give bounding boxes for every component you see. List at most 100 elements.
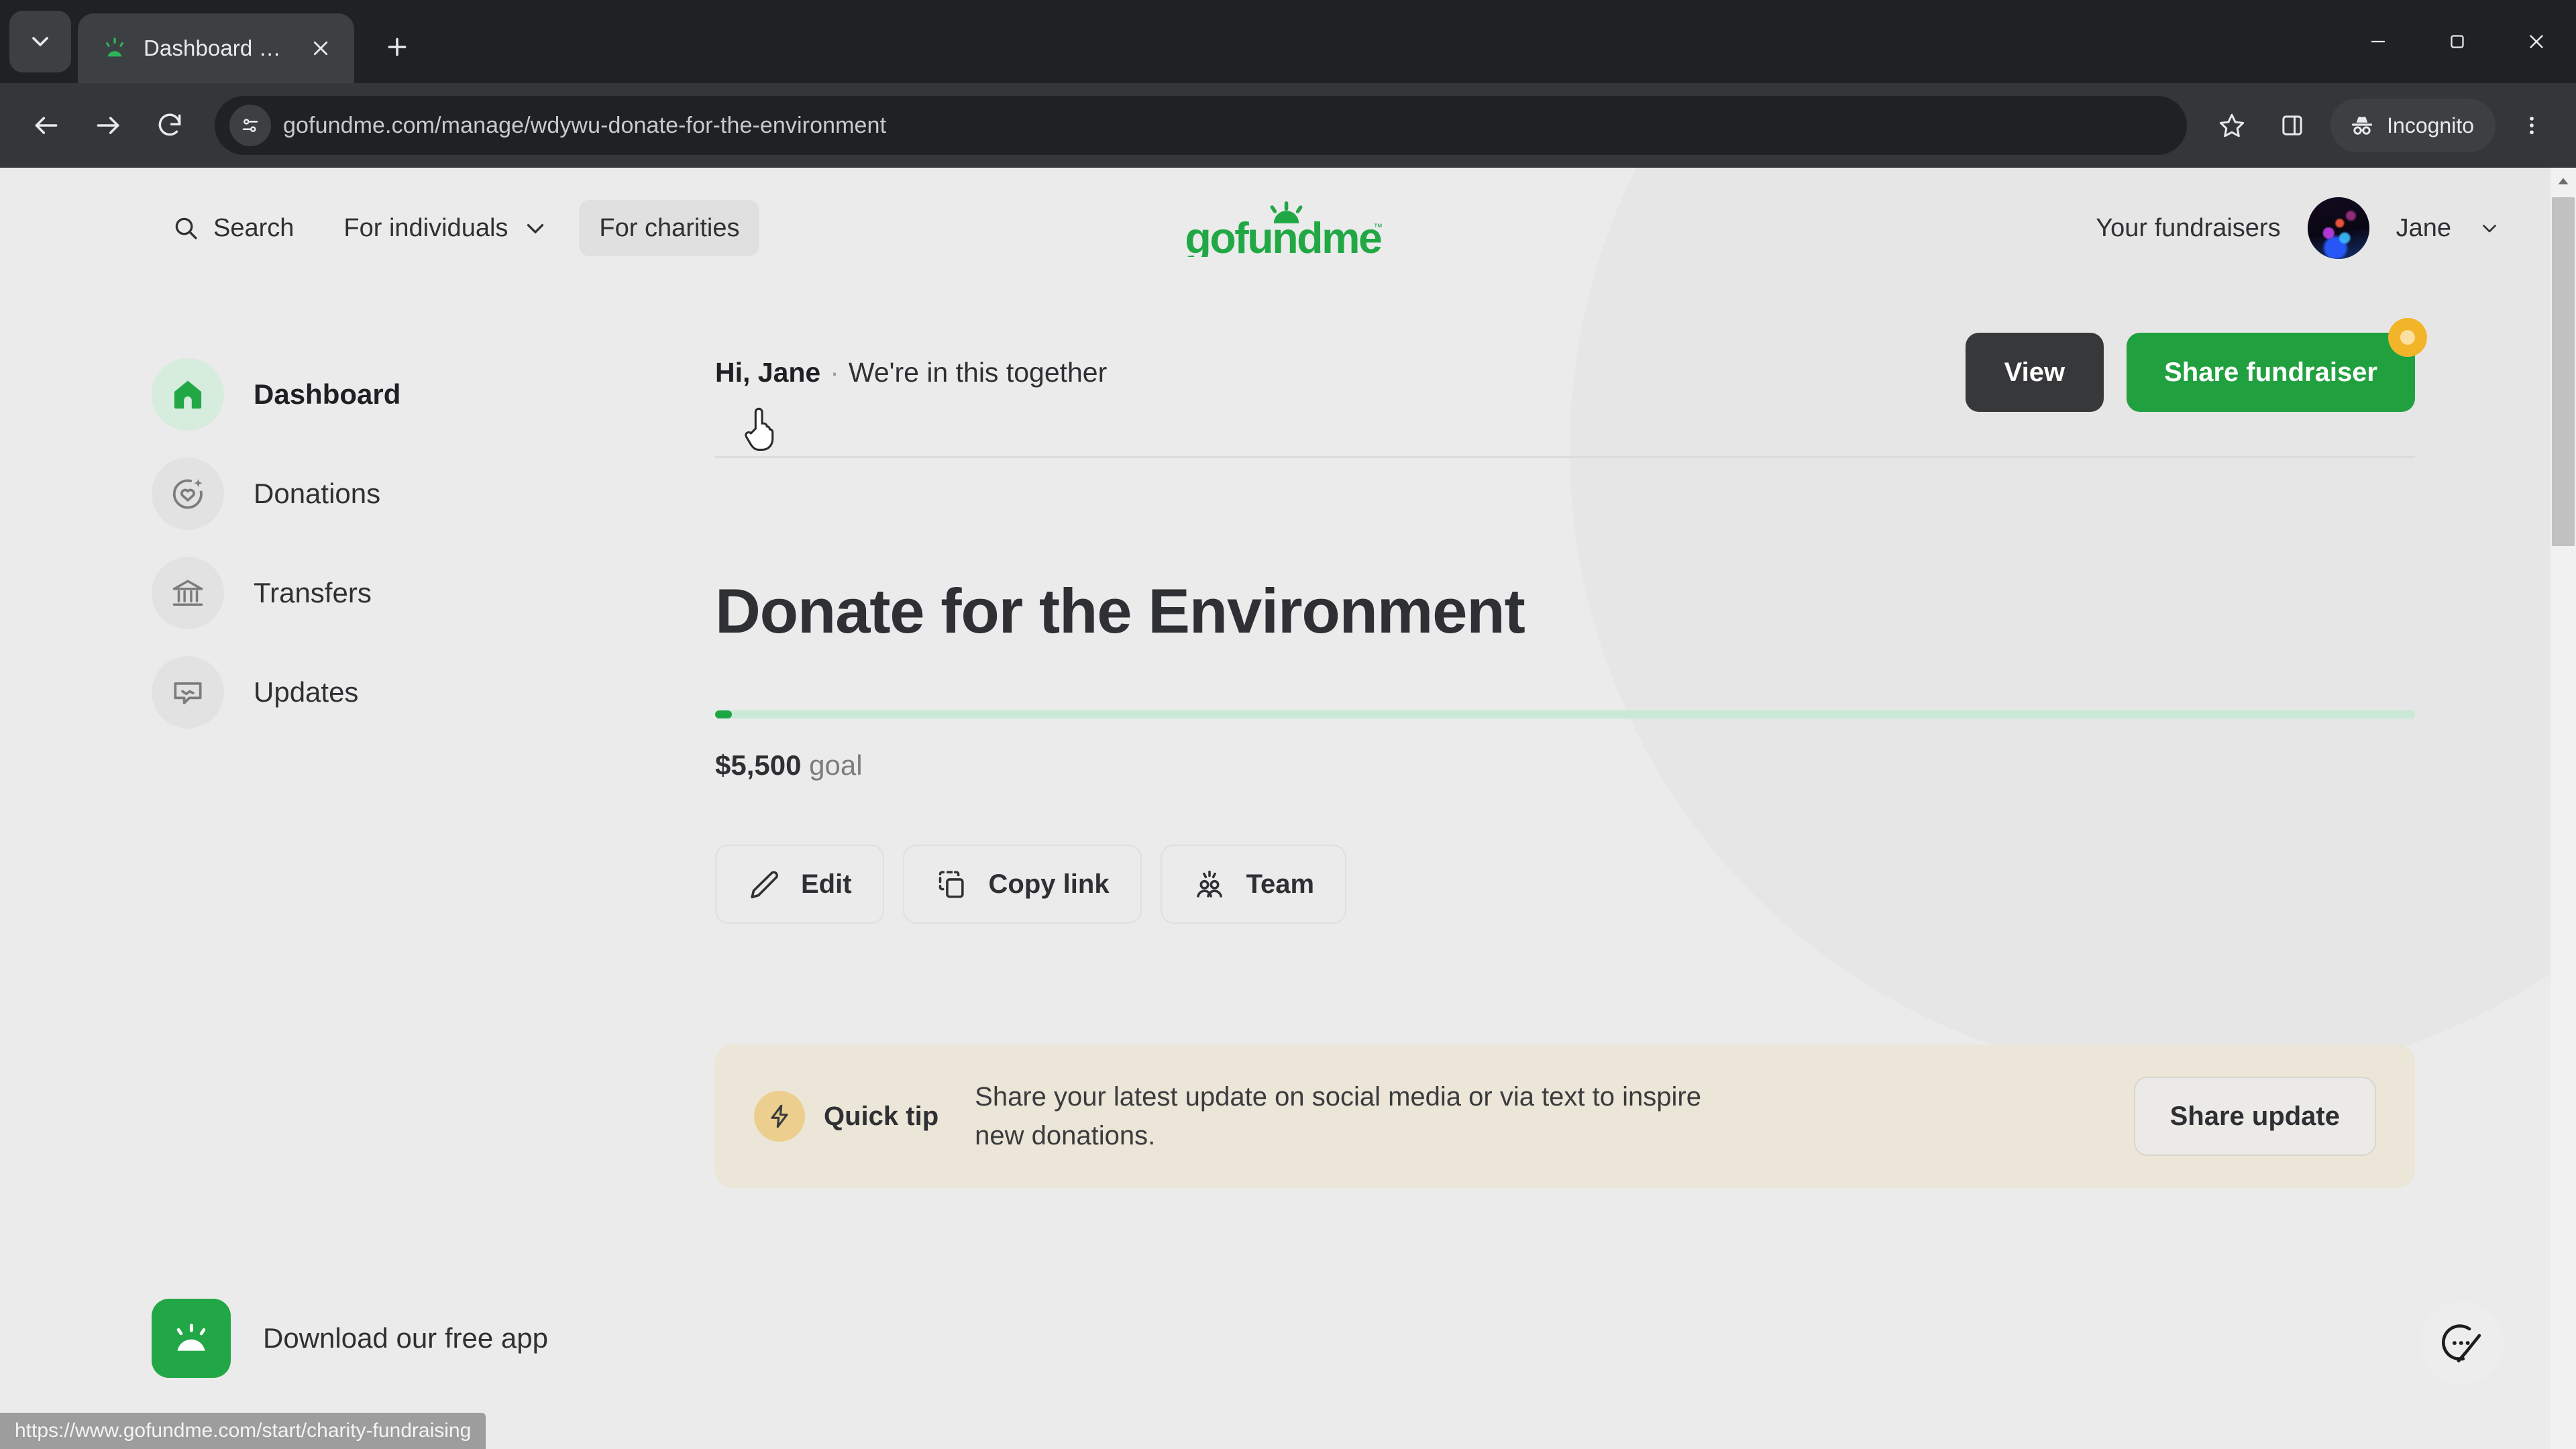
sidebar-item-label: Donations	[254, 478, 381, 509]
speech-bubble-icon	[152, 656, 224, 729]
browser-tab[interactable]: Dashboard - GoFundMe	[78, 13, 354, 83]
header-nav-left: Search For individuals For charities	[0, 200, 760, 256]
greeting-separator: ·	[830, 356, 839, 388]
close-icon	[2530, 35, 2543, 48]
site-header: Search For individuals For charities gof…	[0, 168, 2576, 288]
sidebar-item-label: Updates	[254, 676, 359, 708]
chat-bubble-check-icon	[2442, 1324, 2481, 1362]
forward-button[interactable]	[79, 97, 137, 154]
gofundme-favicon	[101, 34, 129, 62]
gofundme-app-icon	[152, 1299, 231, 1378]
minimize-icon	[2371, 40, 2385, 43]
chat-widget-button[interactable]	[2420, 1301, 2504, 1385]
sidebar-item-transfers[interactable]: Transfers	[152, 543, 715, 643]
heart-circle-sparkle-icon	[152, 458, 224, 530]
status-bar: https://www.gofundme.com/start/charity-f…	[0, 1413, 486, 1449]
for-charities-label: For charities	[599, 213, 740, 242]
team-button[interactable]: Team	[1160, 845, 1347, 924]
gofundme-logo-icon: gofundme ™	[1185, 201, 1383, 257]
maximize-button[interactable]	[2418, 0, 2497, 83]
reload-button[interactable]	[141, 97, 199, 154]
back-button[interactable]	[17, 97, 75, 154]
goal-progress-bar	[715, 710, 2415, 718]
page-scrollbar[interactable]	[2551, 168, 2576, 1449]
dashboard-main: Hi, Jane · We're in this together View Sha…	[715, 288, 2576, 1188]
incognito-spy-icon	[2352, 116, 2373, 135]
minimize-button[interactable]	[2339, 0, 2418, 83]
for-charities-link[interactable]: For charities	[579, 200, 760, 256]
scrollbar-thumb[interactable]	[2552, 197, 2575, 546]
browser-window: Dashboard - GoFundMe	[0, 0, 2576, 1449]
three-dot-menu-icon	[2530, 116, 2534, 135]
address-bar[interactable]: gofundme.com/manage/wdywu-donate-for-the…	[215, 96, 2188, 155]
plus-icon	[388, 38, 407, 56]
section-divider	[715, 456, 2415, 458]
sidebar-item-donations[interactable]: Donations	[152, 444, 715, 543]
pencil-icon	[751, 871, 778, 899]
your-fundraisers-link[interactable]: Your fundraisers	[2096, 214, 2280, 243]
home-icon	[152, 358, 224, 431]
campaign-actions: Edit Copy link Team	[715, 845, 2415, 924]
close-tab-button[interactable]	[302, 30, 339, 67]
chevron-down-icon[interactable]	[2478, 217, 2501, 239]
tab-search-button[interactable]	[9, 11, 71, 72]
copy-link-button[interactable]: Copy link	[902, 845, 1142, 924]
sidebar-item-label: Transfers	[254, 577, 372, 608]
svg-text:gofundme: gofundme	[1185, 214, 1381, 257]
header-actions: View Share fundraiser	[1965, 318, 2427, 412]
close-window-button[interactable]	[2497, 0, 2576, 83]
goal-amount: $5,500	[715, 749, 802, 781]
copy-icon	[938, 871, 964, 898]
for-individuals-menu[interactable]: For individuals	[323, 200, 570, 256]
page-viewport: Search For individuals For charities gof…	[0, 168, 2576, 1449]
tab-title: Dashboard - GoFundMe	[144, 36, 287, 60]
scroll-up-button[interactable]	[2551, 168, 2576, 195]
toolbar-actions: Incognito	[2203, 97, 2559, 154]
back-arrow-icon	[35, 117, 58, 134]
quick-tip-body: Share your latest update on social media…	[975, 1082, 1701, 1150]
maximize-icon	[2451, 35, 2464, 48]
status-bar-url: https://www.gofundme.com/start/charity-f…	[15, 1419, 472, 1442]
view-button[interactable]: View	[1965, 333, 2104, 412]
search-button[interactable]: Search	[152, 200, 314, 256]
browser-toolbar: gofundme.com/manage/wdywu-donate-for-the…	[0, 83, 2576, 168]
side-panel-button[interactable]	[2263, 97, 2321, 154]
lightning-bolt-icon	[754, 1091, 805, 1142]
quick-tip-card: Quick tip Share your latest update on so…	[715, 1044, 2415, 1188]
for-individuals-label: For individuals	[343, 213, 508, 242]
copy-link-label: Copy link	[988, 869, 1110, 899]
incognito-indicator[interactable]: Incognito	[2330, 99, 2496, 152]
forward-arrow-icon	[97, 117, 119, 134]
notification-badge	[2388, 318, 2427, 357]
reload-icon	[158, 113, 181, 136]
share-fundraiser-wrapper: Share fundraiser	[2127, 318, 2427, 412]
url-text: gofundme.com/manage/wdywu-donate-for-the…	[283, 112, 887, 138]
team-people-icon	[1196, 870, 1222, 898]
download-app-promo[interactable]: Download our free app	[152, 1299, 548, 1378]
star-icon	[2220, 113, 2245, 138]
share-fundraiser-button[interactable]: Share fundraiser	[2127, 333, 2415, 412]
tab-strip: Dashboard - GoFundMe	[0, 0, 2576, 83]
browser-menu-button[interactable]	[2505, 97, 2559, 154]
close-icon	[313, 41, 328, 56]
sidebar-item-updates[interactable]: Updates	[152, 643, 715, 742]
quick-tip-header: Quick tip	[754, 1091, 938, 1142]
window-controls	[2339, 0, 2576, 83]
edit-button[interactable]: Edit	[715, 845, 884, 924]
greeting-name: Hi, Jane	[715, 356, 821, 388]
avatar[interactable]	[2307, 197, 2369, 259]
goal-suffix: goal	[809, 749, 863, 781]
page-content: Dashboard Donations Transfers Updates Hi…	[0, 288, 2576, 1188]
goal-amount-line: $5,500 goal	[715, 749, 2415, 782]
search-icon	[175, 217, 197, 239]
site-settings-icon[interactable]	[229, 105, 271, 146]
edit-label: Edit	[801, 869, 852, 899]
share-update-button[interactable]: Share update	[2133, 1077, 2376, 1156]
bookmark-button[interactable]	[2203, 97, 2261, 154]
gofundme-logo[interactable]: gofundme ™	[1185, 199, 1391, 257]
chevron-up-icon	[2558, 178, 2569, 184]
sidebar-item-dashboard[interactable]: Dashboard	[152, 345, 715, 444]
greeting-row: Hi, Jane · We're in this together View Sha…	[715, 288, 2427, 412]
new-tab-button[interactable]	[369, 19, 425, 75]
greeting-text: Hi, Jane · We're in this together	[715, 357, 1107, 388]
